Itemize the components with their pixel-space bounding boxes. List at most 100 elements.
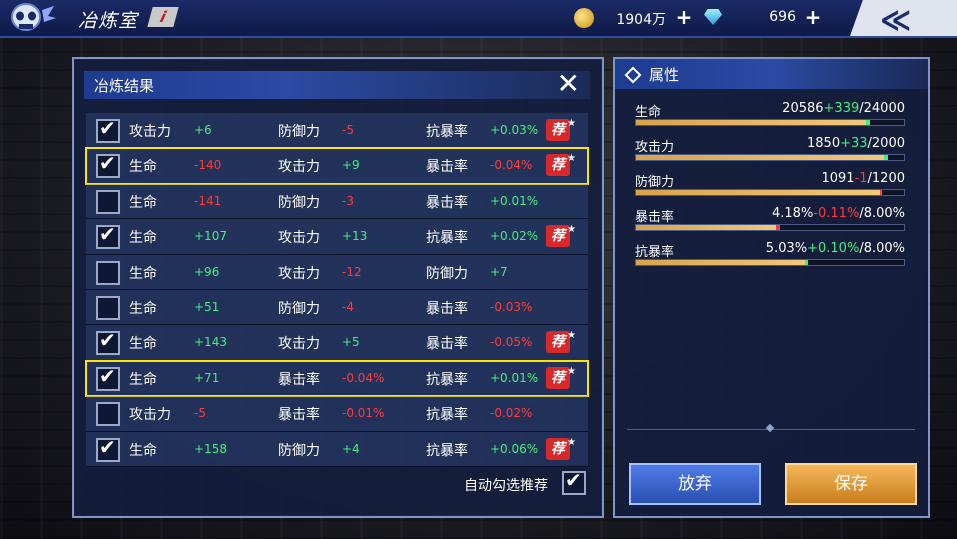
stat-value: -0.04% (490, 158, 533, 173)
close-icon[interactable]: ✕ (557, 67, 580, 100)
panel-title: 冶炼结果 (94, 77, 155, 95)
stat-name: 防御力 (426, 265, 468, 282)
recommend-badge: 荐 (546, 148, 576, 177)
result-row[interactable]: 生命 +71 暴击率 -0.04% 抗暴率 +0.01% 荐 (85, 359, 589, 398)
attribute-max: /1200 (867, 171, 905, 186)
stat-name: 抗暴率 (426, 371, 468, 388)
stat-name: 防御力 (278, 300, 320, 317)
stat-name: 抗暴率 (426, 230, 468, 247)
attribute-row: 防御力 1091-1/1200 (635, 171, 905, 205)
stat-name: 生命 (129, 300, 157, 317)
coin-icon (574, 8, 594, 28)
result-row[interactable]: 攻击力 +6 防御力 -5 抗暴率 +0.03% 荐 (86, 113, 588, 149)
info-button[interactable]: i (147, 7, 179, 27)
result-row[interactable]: 生命 +158 防御力 +4 抗暴率 +0.06% 荐 (86, 431, 588, 467)
row-checkbox[interactable] (96, 151, 120, 179)
coin-amount: 1904万 (616, 12, 666, 28)
row-checkbox[interactable] (96, 328, 120, 356)
attribute-name: 暴击率 (635, 210, 675, 225)
divider-ornament (765, 423, 775, 433)
attribute-max: /2000 (867, 136, 905, 151)
result-row[interactable]: 生命 +143 攻击力 +5 暴击率 -0.05% 荐 (86, 325, 588, 361)
attribute-base: 5.03% (765, 241, 808, 256)
attribute-bar-change (884, 155, 888, 160)
result-row[interactable]: 生命 -140 攻击力 +9 暴击率 -0.04% 荐 (85, 147, 589, 185)
attribute-delta: +0.10% (807, 241, 860, 256)
stat-value: +7 (490, 264, 508, 279)
attribute-name: 生命 (635, 105, 662, 120)
row-checkbox[interactable] (96, 260, 120, 285)
attribute-bar-fill (636, 260, 805, 265)
stat-name: 攻击力 (278, 159, 320, 176)
recommend-badge: 荐 (546, 219, 576, 248)
stat-value: +71 (194, 370, 220, 385)
stat-name: 暴击率 (426, 194, 468, 211)
attribute-bar (635, 154, 905, 161)
add-gems-button[interactable]: + (804, 7, 822, 27)
attribute-delta: -0.11% (813, 206, 860, 221)
abandon-button[interactable]: 放弃 (629, 463, 761, 505)
stat-value: +13 (342, 229, 368, 244)
stat-value: +6 (194, 123, 212, 137)
stat-value: -0.03% (490, 299, 533, 314)
row-checkbox[interactable] (96, 402, 120, 427)
attributes-panel: 属性 生命 20586+339/24000 攻击力 1850+33/2000 防御力 10… (613, 57, 930, 518)
attribute-row: 抗暴率 5.03%+0.10%/8.00% (635, 241, 905, 275)
auto-select-checkbox[interactable] (562, 468, 586, 495)
row-checkbox[interactable] (96, 116, 120, 143)
recommend-badge: 荐 (546, 325, 576, 354)
attribute-name: 攻击力 (635, 140, 675, 155)
attribute-max: /8.00% (859, 241, 905, 256)
stat-value: +0.03% (490, 123, 539, 137)
row-checkbox[interactable] (96, 295, 120, 320)
stat-name: 生命 (129, 230, 157, 247)
panel-header: 冶炼结果 ✕ (84, 67, 590, 100)
back-arrow-icon: ≪ (880, 3, 912, 38)
stat-name: 防御力 (278, 124, 320, 140)
stat-name: 暴击率 (426, 300, 468, 317)
attribute-row: 暴击率 4.18%-0.11%/8.00% (635, 206, 905, 240)
row-checkbox[interactable] (96, 189, 120, 214)
result-row[interactable]: 生命 +107 攻击力 +13 抗暴率 +0.02% 荐 (86, 219, 588, 255)
attribute-bar-fill (636, 225, 776, 230)
stat-value: -0.04% (342, 370, 385, 385)
result-row[interactable]: 攻击力 -5 暴击率 -0.01% 抗暴率 -0.02% (86, 396, 588, 432)
row-checkbox[interactable] (96, 435, 120, 462)
attribute-bar-change (866, 120, 870, 125)
stat-value: +0.06% (490, 441, 539, 456)
attribute-bar-fill (636, 120, 866, 125)
stat-value: +143 (194, 335, 227, 350)
result-row[interactable]: 生命 -141 防御力 -3 暴击率 +0.01% (86, 183, 588, 220)
stat-value: -0.02% (490, 406, 533, 421)
stat-value: +4 (342, 441, 360, 456)
back-button[interactable]: ≪ (850, 0, 957, 36)
attribute-bar-change (805, 260, 808, 265)
stat-name: 生命 (129, 159, 157, 176)
attribute-value: 20586+339/24000 (782, 101, 905, 116)
attribute-base: 4.18% (772, 206, 814, 221)
stat-value: +0.01% (490, 370, 539, 385)
add-coins-button[interactable]: + (675, 7, 693, 27)
stat-value: +107 (194, 229, 227, 244)
stat-value: -0.01% (342, 406, 385, 421)
stat-value: +9 (342, 158, 360, 173)
attributes-header: 属性 (615, 59, 928, 89)
attribute-base: 20586 (782, 101, 824, 116)
stat-value: -4 (342, 299, 354, 314)
stat-value: +96 (194, 264, 220, 279)
stat-name: 攻击力 (278, 265, 320, 282)
row-checkbox[interactable] (96, 222, 120, 250)
attribute-bar-fill (636, 155, 884, 160)
stat-name: 攻击力 (129, 124, 171, 140)
save-button[interactable]: 保存 (785, 463, 917, 505)
result-row[interactable]: 生命 +96 攻击力 -12 防御力 +7 (86, 254, 588, 290)
attribute-bar-change (880, 190, 882, 195)
stat-name: 防御力 (278, 442, 320, 459)
result-row[interactable]: 生命 +51 防御力 -4 暴击率 -0.03% (86, 289, 588, 326)
stat-value: +5 (342, 335, 360, 350)
attribute-max: /8.00% (859, 206, 905, 221)
diamond-icon (624, 66, 642, 84)
stat-value: +0.02% (490, 229, 539, 244)
row-checkbox[interactable] (96, 364, 120, 391)
attribute-bar (635, 119, 905, 126)
